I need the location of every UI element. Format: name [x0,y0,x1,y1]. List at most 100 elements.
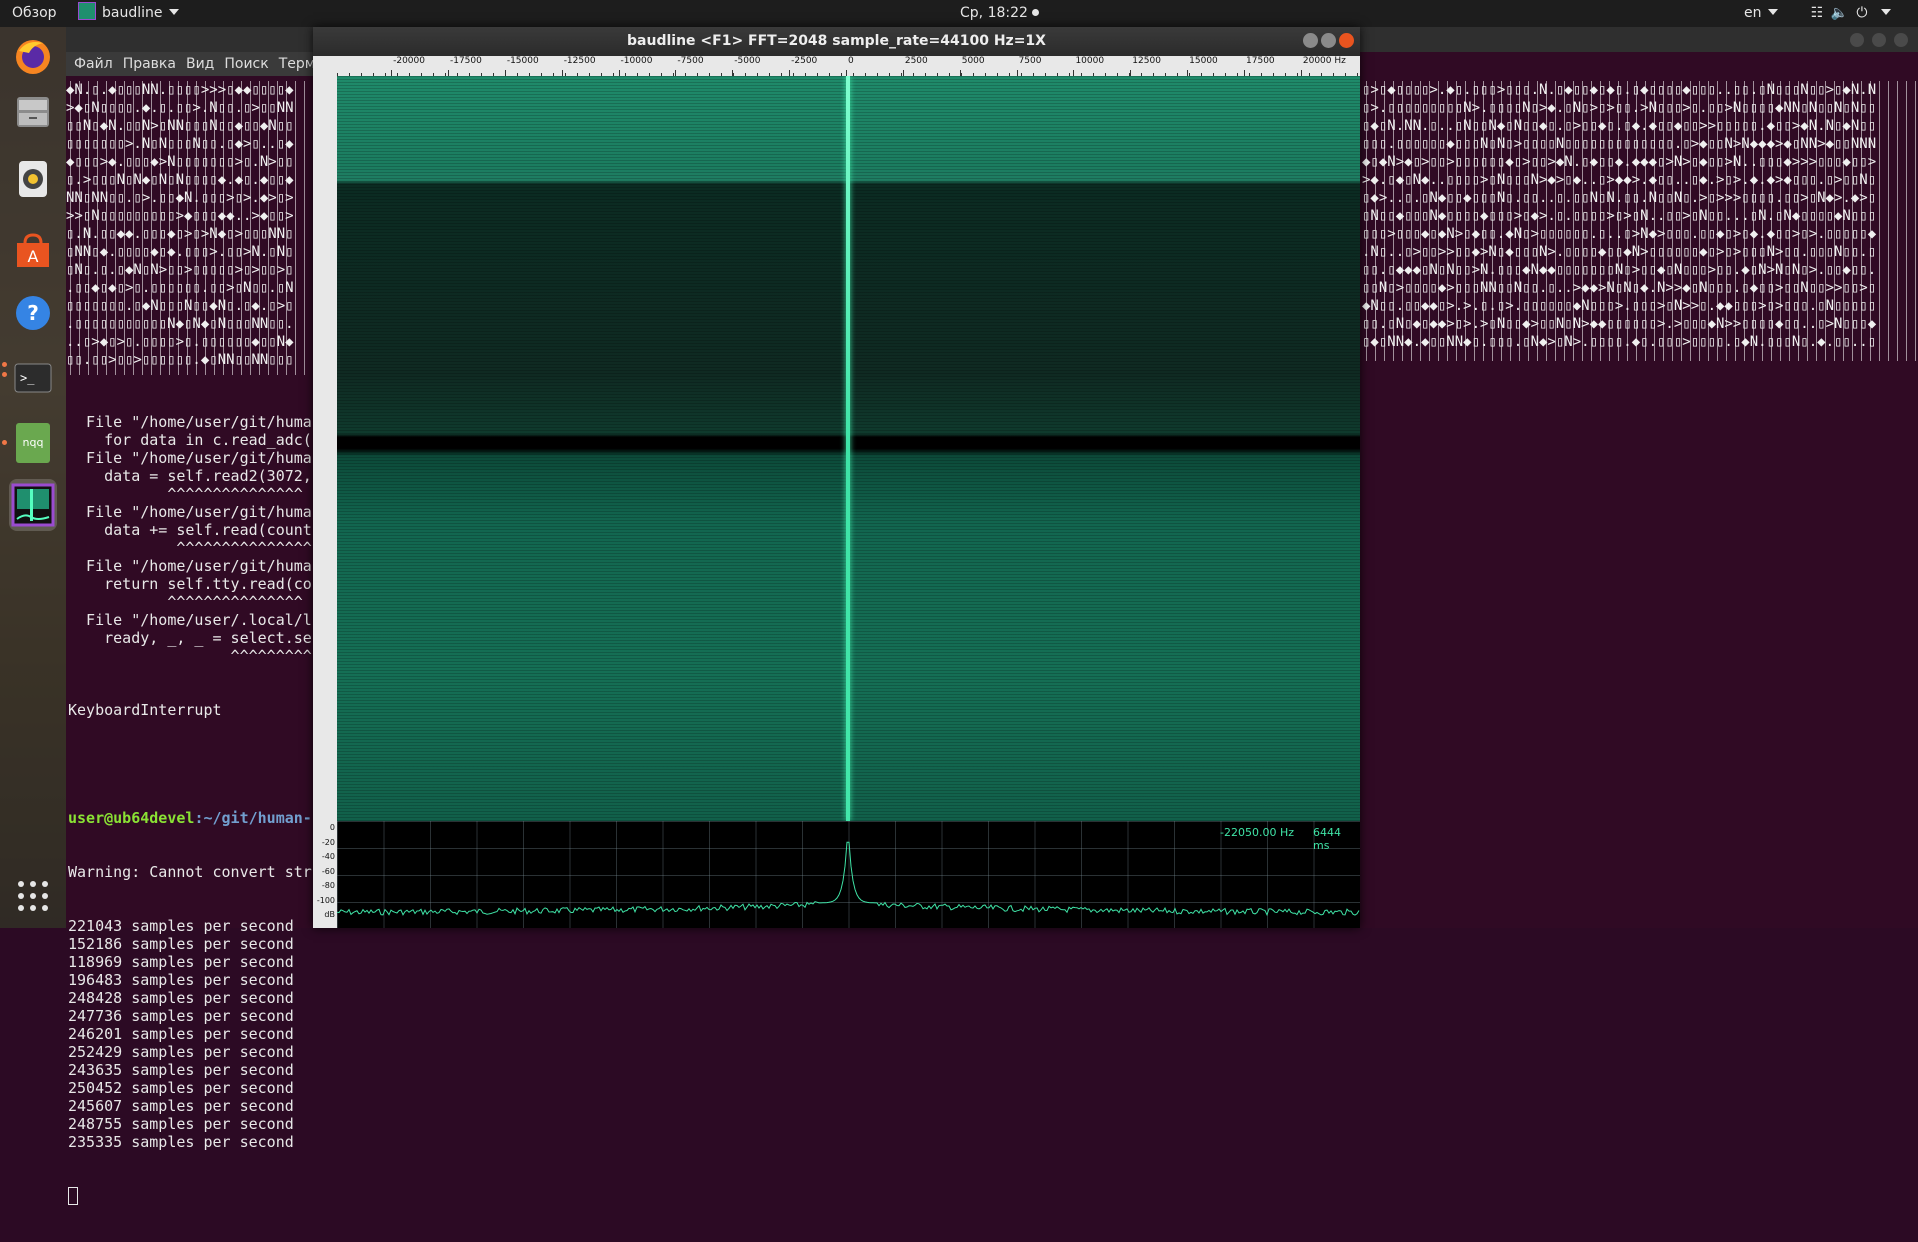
power-icon: ⏻ [1856,5,1868,21]
traceback-line: data += self.read(count [68,521,312,539]
ruler-tick-label: 7500 [1018,56,1042,66]
nqq-launcher[interactable]: nqq [9,419,57,467]
svg-text:A: A [28,247,39,266]
db-tick-label: dB [324,910,335,919]
nqq-icon: nqq [16,423,50,463]
menu-edit[interactable]: Правка [121,56,178,72]
frequency-ruler[interactable]: -20000 -17500 -15000 -12500 -10000 -7500 -5000… [337,56,1360,77]
spectrum-trace [337,841,1360,917]
app-menu[interactable]: baudline [78,0,179,27]
maximize-icon[interactable] [1321,33,1336,48]
terminal-launcher[interactable]: >_ [9,354,57,402]
language-label: en [1744,5,1762,21]
ruler-tick-label: -12500 [563,56,596,66]
spectrum-plot[interactable]: -22050.00 Hz 6444 ms [337,821,1360,928]
running-indicator [2,440,7,445]
language-indicator[interactable]: en [1744,0,1778,27]
terminal-window-controls [1842,32,1908,51]
spectrum-trace-line [337,841,1360,917]
db-tick-label: -40 [321,852,335,861]
rhythmbox-icon [19,161,47,197]
chevron-down-icon [1767,9,1778,15]
prompt-user: user@ub64devel [68,809,195,827]
ruler-tick-label: -20000 [393,56,425,66]
maximize-icon[interactable] [1872,33,1886,47]
minimize-icon[interactable] [1303,33,1318,48]
dock: A ? >_ nqq [0,27,66,928]
traceback-line: ^^^^^^^^^^^^^^^ [68,485,303,503]
ruler-tick-label: -17500 [449,56,482,66]
traceback-line: File "/home/user/git/huma [68,557,312,575]
traceback-line: ready, _, _ = select.se [68,629,312,647]
app-menu-label: baudline [102,5,163,21]
cursor-frequency-readout: -22050.00 Hz [1220,826,1294,839]
ruler-tick-label: 12500 [1132,56,1161,66]
samples-line: 252429 samples per second [68,1043,294,1061]
cursor-line [68,1187,318,1206]
traceback-line: for data in c.read_adc( [68,431,312,449]
chevron-down-icon [1881,9,1892,15]
prompt-line: user@ub64devel:~/git/human- [68,809,318,827]
traceback-line: ^^^^^^^^^^^^^^^ [68,539,312,557]
ruler-tick-label: -15000 [506,56,539,66]
waterfall-spectrogram[interactable] [337,76,1360,821]
ruler-tick-label: 0 [848,56,854,66]
ruler-tick-label: 2500 [904,56,928,66]
system-tray[interactable]: ☷ 🔈 ⏻ [1808,0,1892,27]
app-grid-icon [18,881,48,911]
firefox-launcher[interactable] [9,33,57,81]
clock-label: Ср, 18:22 [960,5,1028,21]
prompt-path: :~/git/human- [194,809,312,827]
menu-search[interactable]: Поиск [222,56,270,72]
firefox-icon [16,40,50,74]
ruler-tick-label: -5000 [734,56,761,66]
db-tick-label: -100 [316,895,335,905]
software-icon: A [17,233,49,267]
traceback-line: ^^^^^^^^^^^^^^^ [68,593,303,611]
db-tick-label: -20 [321,837,335,847]
samples-line: 247736 samples per second [68,1007,294,1025]
terminal-menubar: Файл Правка Вид Поиск Терм [66,52,316,76]
ruler-tick-label: 17500 [1246,56,1275,66]
svg-text:?: ? [27,301,39,325]
ruler-tick-label: 20000 Hz [1302,56,1346,66]
baudline-window[interactable]: baudline <F1> FFT=2048 sample_rate=44100… [313,27,1360,928]
warning-line: Warning: Cannot convert str [68,863,312,881]
traceback-line: File "/home/user/git/huma [68,413,312,431]
minimize-icon[interactable] [1850,33,1864,47]
samples-line: 221043 samples per second [68,917,294,935]
software-launcher[interactable]: A [9,227,57,275]
close-icon[interactable] [1894,33,1908,47]
files-launcher[interactable] [9,87,57,135]
baudline-titlebar[interactable]: baudline <F1> FFT=2048 sample_rate=44100… [313,27,1360,56]
text-cursor [68,1187,78,1205]
terminal-icon: >_ [14,363,52,393]
running-indicator [2,362,7,367]
baudline-launcher[interactable] [9,479,57,531]
baudline-title: baudline <F1> FFT=2048 sample_rate=44100… [627,33,1046,49]
network-icon: ☷ [1810,5,1824,21]
close-icon[interactable] [1339,33,1354,48]
menu-terminal[interactable]: Терм [277,56,316,72]
svg-text:>_: >_ [20,371,35,385]
activities-button[interactable]: Обзор [12,0,57,27]
menu-view[interactable]: Вид [184,56,216,72]
samples-line: 248428 samples per second [68,989,294,1007]
db-tick-label: -80 [321,881,335,890]
binary-garbage-output: ◆N.▯.◆▯▯▯NN.▯▯▯▯>>>▯◆◆▯▯▯▯◆ >◆▯N▯▯▯▯.◆.▯… [66,81,316,375]
dc-spike-line [846,76,850,821]
samples-line: 235335 samples per second [68,1133,294,1151]
db-tick-label: -60 [321,866,335,876]
help-launcher[interactable]: ? [9,289,57,337]
traceback-lines: File "/home/user/git/huma for data in c.… [68,413,318,665]
rhythmbox-launcher[interactable] [9,155,57,203]
clock[interactable]: Ср, 18:22 [960,0,1039,27]
ruler-tick-label: -2500 [791,56,818,66]
time-axis: ms [313,56,337,928]
ruler-tick-label: -10000 [620,56,653,66]
ruler-tick-label: -7500 [677,56,704,66]
show-applications-button[interactable] [9,872,57,920]
samples-lines: 221043 samples per second 152186 samples … [68,917,318,1151]
menu-file[interactable]: Файл [72,56,115,72]
baudline-app-icon [78,2,96,20]
